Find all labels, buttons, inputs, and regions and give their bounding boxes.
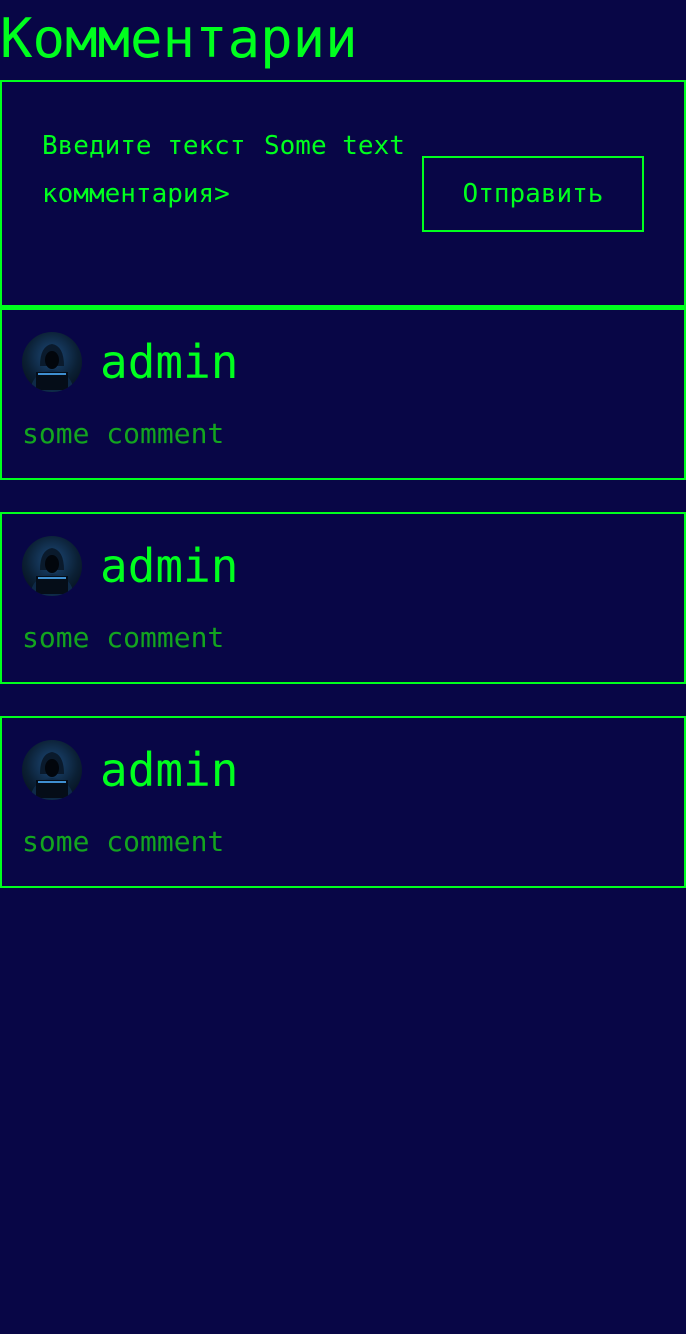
comment-author: admin	[100, 539, 239, 593]
comment-text: some comment	[22, 621, 225, 654]
comment-card: admin some comment	[0, 308, 686, 480]
send-button[interactable]: Отправить	[422, 156, 644, 232]
hooded-hacker-avatar-icon	[22, 740, 82, 800]
comment-author: admin	[100, 335, 239, 389]
comment-card: admin some comment	[0, 512, 686, 684]
hooded-hacker-avatar-icon	[22, 536, 82, 596]
comment-card: admin some comment	[0, 716, 686, 888]
comment-input[interactable]	[264, 126, 424, 166]
hooded-hacker-avatar-icon	[22, 332, 82, 392]
comment-text: some comment	[22, 417, 225, 450]
comment-form: Введите текст комментария> Отправить	[0, 80, 686, 308]
page-title: Комментарии	[0, 7, 358, 70]
comment-text: some comment	[22, 825, 225, 858]
comment-author: admin	[100, 743, 239, 797]
comment-input-label: Введите текст комментария>	[42, 131, 246, 209]
